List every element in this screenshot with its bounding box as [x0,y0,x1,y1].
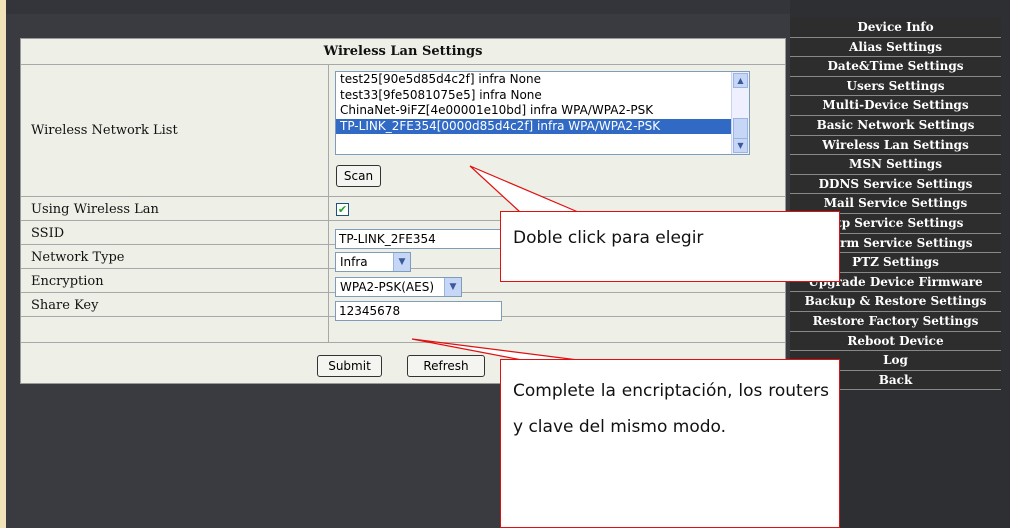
callout-pointer-first [469,165,579,213]
callout-complete-encryption: Complete la encriptación, los routers y … [500,359,840,528]
callout-first-text: Doble click para elegir [513,228,704,248]
callout-double-click: Doble click para elegir [500,211,840,282]
callout-pointer-second [411,338,579,361]
callout-second-text: Complete la encriptación, los routers y … [513,381,829,437]
